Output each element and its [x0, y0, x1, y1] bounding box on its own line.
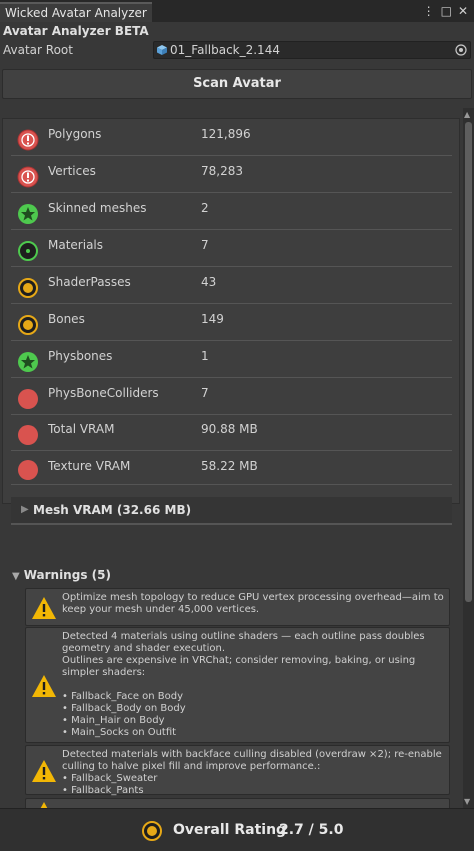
warning-box: Detected materials with backface culling… — [25, 745, 450, 796]
foldout-arrow-icon: ▶ — [21, 504, 29, 515]
warnings-header: Warnings (5) — [23, 568, 111, 582]
more-options-icon[interactable]: ⋮ — [423, 3, 435, 19]
object-picker-icon[interactable] — [455, 44, 467, 56]
dot-status-icon — [18, 278, 38, 298]
overall-rating-label: Overall Rating — [173, 822, 287, 838]
stat-name: Skinned meshes — [48, 201, 147, 215]
mesh-vram-label: Mesh VRAM (32.66 MB) — [33, 503, 192, 517]
window-controls: ⋮ □ ✕ — [423, 3, 468, 19]
stat-name: Materials — [48, 238, 104, 252]
stat-value: 58.22 MB — [201, 459, 258, 473]
stat-value: 7 — [201, 386, 209, 400]
maximize-icon[interactable]: □ — [441, 3, 452, 19]
rating-medium-icon — [142, 821, 162, 841]
foldout-arrow-icon: ▼ — [12, 571, 20, 582]
stat-value: 149 — [201, 312, 224, 326]
circle-status-icon — [18, 460, 38, 480]
stats-panel: Polygons 121,896 Vertices 78,283 Skinned mes… — [2, 118, 460, 525]
stat-row: Materials 7 — [11, 230, 452, 267]
star-status-icon — [18, 352, 38, 372]
dot-status-icon — [18, 241, 38, 261]
star-status-icon — [18, 204, 38, 224]
stat-name: Bones — [48, 312, 85, 326]
stat-name: Texture VRAM — [48, 459, 131, 473]
stat-row: ShaderPasses 43 — [11, 267, 452, 304]
warning-box — [25, 798, 450, 808]
circle-status-icon — [18, 425, 38, 445]
warnings-foldout[interactable]: ▼ Warnings (5) — [12, 568, 111, 582]
window-titlebar: Wicked Avatar Analyzer ⋮ □ ✕ — [0, 0, 474, 22]
warning-icon — [32, 597, 56, 619]
results-scroll-area: Polygons 121,896 Vertices 78,283 Skinned mes… — [0, 108, 462, 808]
stat-row: Texture VRAM 58.22 MB — [11, 451, 452, 485]
warning-icon — [32, 675, 56, 697]
scrollbar-thumb[interactable] — [465, 122, 472, 602]
stat-name: PhysBoneColliders — [48, 386, 159, 400]
circle-status-icon — [18, 389, 38, 409]
stat-row: Physbones 1 — [11, 341, 452, 378]
stat-value: 1 — [201, 349, 209, 363]
prefab-cube-icon — [157, 45, 167, 55]
warning-box: Detected 4 materials using outline shade… — [25, 627, 450, 743]
warning-box: Optimize mesh topology to reduce GPU ver… — [25, 588, 450, 626]
stat-row: Vertices 78,283 — [11, 156, 452, 193]
stat-value: 2 — [201, 201, 209, 215]
stat-row: Bones 149 — [11, 304, 452, 341]
dot-status-icon — [18, 315, 38, 335]
stat-value: 121,896 — [201, 127, 251, 141]
stat-row: Skinned meshes 2 — [11, 193, 452, 230]
stat-name: Polygons — [48, 127, 102, 141]
stat-value: 78,283 — [201, 164, 243, 178]
vertical-scrollbar[interactable]: ▲ ▼ — [463, 108, 474, 808]
stat-name: Total VRAM — [48, 422, 115, 436]
warning-text: Optimize mesh topology to reduce GPU ver… — [62, 592, 447, 615]
warning-text: Detected 4 materials using outline shade… — [62, 631, 425, 738]
close-icon[interactable]: ✕ — [458, 3, 468, 19]
scroll-down-icon[interactable]: ▼ — [464, 797, 470, 806]
scan-avatar-button[interactable]: Scan Avatar — [2, 69, 472, 99]
stat-name: ShaderPasses — [48, 275, 131, 289]
warning-text: Detected materials with backface culling… — [62, 749, 442, 796]
scroll-up-icon[interactable]: ▲ — [464, 110, 470, 119]
exclamation-status-icon — [17, 166, 39, 188]
window-tab-label: Wicked Avatar Analyzer — [5, 6, 147, 20]
exclamation-status-icon — [17, 129, 39, 151]
overall-rating-value: 2.7 / 5.0 — [279, 822, 344, 838]
stat-row: Total VRAM 90.88 MB — [11, 414, 452, 451]
stat-value: 43 — [201, 275, 217, 289]
mesh-vram-foldout[interactable]: ▶ Mesh VRAM (32.66 MB) — [11, 497, 452, 525]
avatar-root-field[interactable]: 01_Fallback_2.144 — [153, 41, 471, 59]
stat-row: Polygons 121,896 — [11, 119, 452, 156]
warning-icon — [32, 760, 56, 782]
avatar-root-value: 01_Fallback_2.144 — [170, 43, 280, 57]
stat-name: Vertices — [48, 164, 96, 178]
avatar-root-label: Avatar Root — [3, 43, 73, 57]
stat-value: 90.88 MB — [201, 422, 258, 436]
stat-row: PhysBoneColliders 7 — [11, 378, 452, 415]
panel-title: Avatar Analyzer BETA — [3, 24, 149, 38]
window-tab[interactable]: Wicked Avatar Analyzer — [0, 2, 152, 22]
stat-name: Physbones — [48, 349, 113, 363]
overall-rating-bar: Overall Rating 2.7 / 5.0 — [0, 808, 474, 851]
warning-icon — [40, 802, 48, 808]
stat-value: 7 — [201, 238, 209, 252]
